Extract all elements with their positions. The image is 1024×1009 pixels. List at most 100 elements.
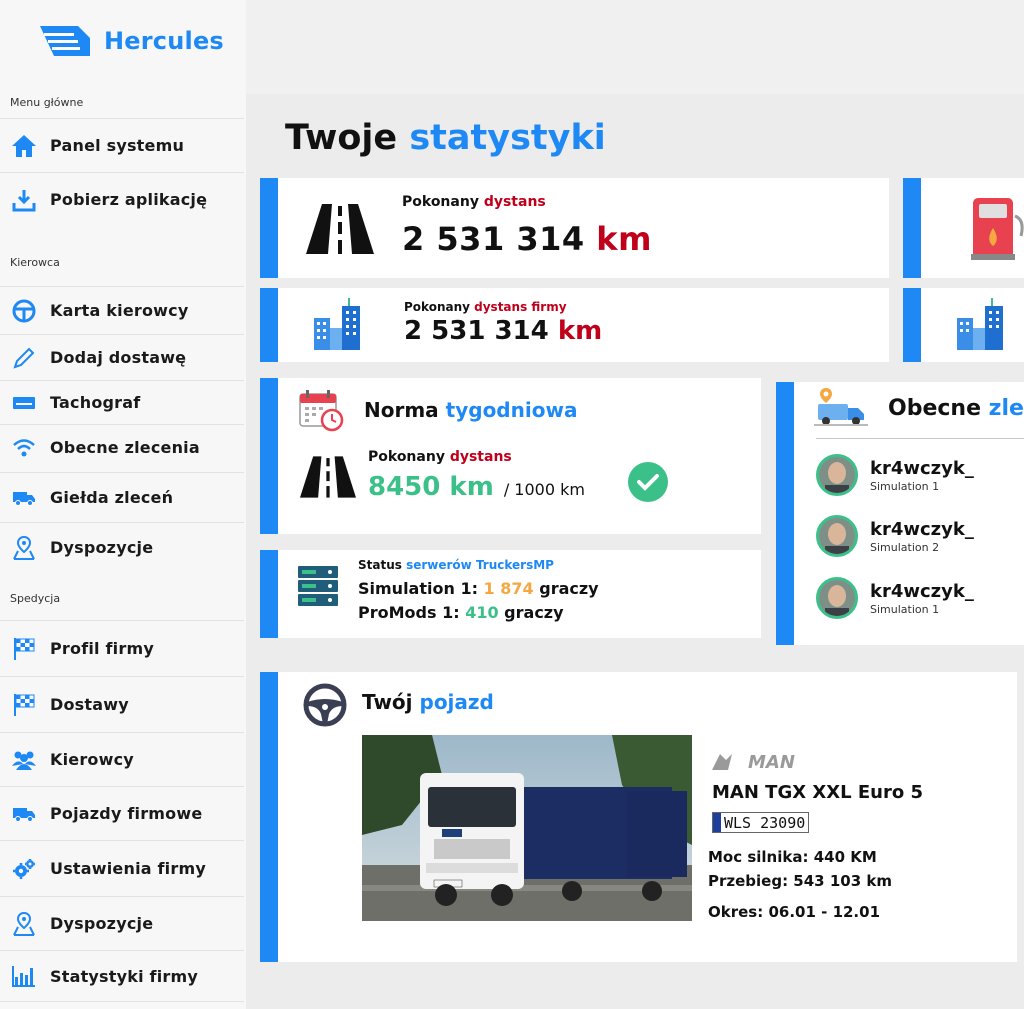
truck-icon <box>10 484 38 512</box>
vehicle-photo <box>362 735 692 921</box>
sidebar-item-drivers[interactable]: Kierowcy <box>0 732 244 786</box>
sidebar-item-label: Dyspozycje <box>50 914 154 933</box>
distance-card: Pokonany dystans 2 531 314 km <box>260 178 889 278</box>
server-status-title: Status serwerów TruckersMP <box>358 558 554 572</box>
checkered-flag-icon <box>10 635 38 663</box>
fuel-pump-icon <box>971 198 1024 260</box>
distance-label: Pokonany dystans <box>402 194 546 210</box>
sidebar-item-label: Profil firmy <box>50 639 154 658</box>
driver-entry[interactable]: kr4wczyk_ Simulation 2 <box>816 515 974 557</box>
vehicle-mileage: Przebieg: 543 103 km <box>708 872 892 890</box>
truck-icon <box>10 800 38 828</box>
sidebar-item-label: Giełda zleceń <box>50 488 174 507</box>
sidebar-item-label: Kierowcy <box>50 750 134 769</box>
sidebar-item-driver-card[interactable]: Karta kierowcy <box>0 286 244 334</box>
gears-icon <box>10 855 38 883</box>
pencil-icon <box>10 344 38 372</box>
hercules-logo-icon <box>40 26 90 56</box>
download-icon <box>10 186 38 214</box>
avatar <box>816 454 858 496</box>
company-distance-label: Pokonany dystans firmy <box>404 300 567 314</box>
license-plate: WLS 23090 <box>712 812 810 833</box>
license-plate-text: WLS 23090 <box>724 813 806 832</box>
company-distance-card: Pokonany dystans firmy 2 531 314 km <box>260 288 889 362</box>
sidebar-item-label: Dyspozycje <box>50 538 154 557</box>
driver-server: Simulation 1 <box>870 479 940 493</box>
page-title: Twoje statystyki <box>285 118 606 158</box>
sidebar-item-deliveries[interactable]: Dostawy <box>0 676 244 732</box>
sidebar-item-current-jobs[interactable]: Obecne zlecenia <box>0 424 244 470</box>
current-jobs-card: Obecne zle kr4wczyk_ Simulation 1 kr4wcz… <box>776 382 1024 645</box>
server-row: Simulation 1: 1 874 graczy <box>358 579 599 598</box>
driver-name: kr4wczyk_ <box>870 518 974 540</box>
sidebar-item-company-profile[interactable]: Profil firmy <box>0 620 244 676</box>
sidebar-item-dashboard[interactable]: Panel systemu <box>0 118 244 172</box>
sidebar-item-label: Ustawienia firmy <box>50 859 206 878</box>
tachograph-icon <box>10 389 38 417</box>
sidebar-item-company-settings[interactable]: Ustawienia firmy <box>0 840 244 896</box>
sidebar-item-label: Tachograf <box>50 393 141 412</box>
driver-entry[interactable]: kr4wczyk_ Simulation 1 <box>816 454 974 496</box>
divider <box>816 438 1024 439</box>
sidebar-item-label: Panel systemu <box>50 136 185 155</box>
sidebar-item-label: Dodaj dostawę <box>50 348 187 367</box>
app-name: Hercules <box>104 27 224 55</box>
home-icon <box>10 132 38 160</box>
city-buildings-icon <box>957 298 1003 350</box>
bar-chart-icon <box>10 962 38 990</box>
sidebar-item-add-delivery[interactable]: Dodaj dostawę <box>0 334 244 380</box>
page-title-part: Twoje <box>285 118 398 158</box>
sidebar-item-label: Obecne zlecenia <box>50 438 200 457</box>
sidebar-item-label: Karta kierowcy <box>50 301 189 320</box>
fuel-card <box>903 178 1024 278</box>
sidebar-item-download-app[interactable]: Pobierz aplikację <box>0 172 244 226</box>
weekly-norm-title: Norma tygodniowa <box>364 398 578 422</box>
map-pin-icon <box>10 910 38 938</box>
calendar-clock-icon <box>299 390 344 432</box>
weekly-distance-value: 8450 km / 1000 km <box>368 472 585 502</box>
steering-wheel-icon <box>303 683 347 727</box>
sidebar-item-tachograph[interactable]: Tachograf <box>0 380 244 424</box>
vehicle-power: Moc silnika: 440 KM <box>708 848 877 866</box>
sidebar-item-company-stats[interactable]: Statystyki firmy <box>0 950 244 1002</box>
city-buildings-icon <box>314 298 360 350</box>
sidebar-item-job-market[interactable]: Giełda zleceń <box>0 472 244 522</box>
section-label-company: Spedycja <box>10 592 61 605</box>
sidebar-item-dispositions[interactable]: Dyspozycje <box>0 522 244 572</box>
sidebar-item-label: Dostawy <box>50 695 129 714</box>
server-status-card: Status serwerów TruckersMP Simulation 1:… <box>260 550 761 638</box>
driver-server: Simulation 1 <box>870 602 940 616</box>
avatar <box>816 515 858 557</box>
driver-server: Simulation 2 <box>870 540 940 554</box>
distance-value: 2 531 314 km <box>402 220 652 258</box>
users-icon <box>10 746 38 774</box>
sidebar-item-label: Pobierz aplikację <box>50 190 208 209</box>
sidebar: Hercules Menu główne Kierowca Spedycja P… <box>0 0 246 1009</box>
current-jobs-title: Obecne zle <box>888 396 1024 421</box>
wifi-icon <box>10 434 38 462</box>
app-logo[interactable]: Hercules <box>38 24 224 58</box>
road-icon <box>306 204 374 254</box>
server-rack-icon <box>298 566 338 606</box>
weekly-norm-card: Norma tygodniowa Pokonany dystans 8450 k… <box>260 378 761 534</box>
driver-name: kr4wczyk_ <box>870 580 974 602</box>
page-title-accent: statystyki <box>409 118 606 158</box>
vehicle-title: Twój pojazd <box>362 690 494 714</box>
section-label-driver: Kierowca <box>10 256 60 269</box>
sidebar-item-company-vehicles[interactable]: Pojazdy firmowe <box>0 786 244 840</box>
vehicle-card: Twój pojazd MAN MAN TGX XXL Euro 5 WLS 2… <box>260 672 1017 962</box>
sidebar-item-company-dispositions[interactable]: Dyspozycje <box>0 896 244 950</box>
sidebar-item-label: Pojazdy firmowe <box>50 804 203 823</box>
weekly-distance-label: Pokonany dystans <box>368 449 512 465</box>
avatar <box>816 577 858 619</box>
sidebar-item-label: Statystyki firmy <box>50 966 198 986</box>
section-label-main: Menu główne <box>10 96 84 109</box>
company-stat-card <box>903 288 1024 362</box>
svg-text:MAN: MAN <box>748 752 795 772</box>
driver-entry[interactable]: kr4wczyk_ Simulation 1 <box>816 577 974 619</box>
steering-wheel-icon <box>10 297 38 325</box>
server-row: ProMods 1: 410 graczy <box>358 603 564 622</box>
vehicle-model: MAN TGX XXL Euro 5 <box>712 782 924 803</box>
map-pin-icon <box>10 534 38 562</box>
checkered-flag-icon <box>10 691 38 719</box>
